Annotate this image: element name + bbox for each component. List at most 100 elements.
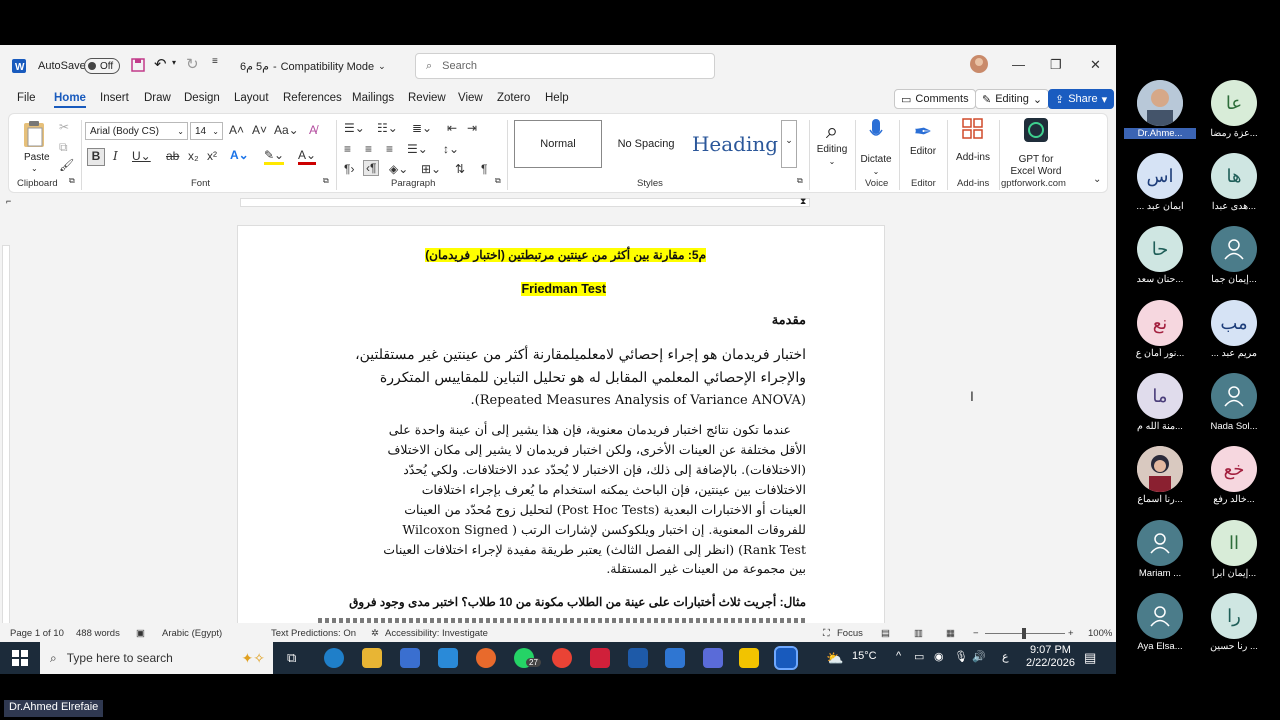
- undo-dropdown-icon[interactable]: ▾: [172, 58, 176, 67]
- bullets-icon[interactable]: ☰⌄: [344, 121, 365, 135]
- horizontal-ruler[interactable]: ⌐ ⧗: [0, 195, 1116, 209]
- proofing-icon[interactable]: ▣: [136, 628, 145, 639]
- paste-icon[interactable]: [21, 120, 47, 151]
- justify-icon[interactable]: ☰⌄: [407, 142, 428, 156]
- font-color-icon[interactable]: A⌄: [298, 148, 317, 165]
- line-spacing-icon[interactable]: ↕⌄: [443, 142, 459, 156]
- minimize-icon[interactable]: —: [1012, 57, 1025, 72]
- zoom-meeting-icon[interactable]: [703, 648, 723, 668]
- zoom-slider-thumb[interactable]: [1022, 628, 1026, 639]
- style-normal[interactable]: Normal: [514, 120, 602, 168]
- participant-tile[interactable]: مب ... مريم عبد: [1198, 300, 1270, 359]
- shrink-font-icon[interactable]: A˅: [252, 123, 267, 137]
- clear-formatting-icon[interactable]: A̸: [309, 123, 317, 137]
- style-heading[interactable]: Heading: [689, 120, 781, 168]
- dictate-button[interactable]: Dictate ⌄: [857, 118, 895, 178]
- comments-button[interactable]: ▭ Comments: [894, 89, 976, 109]
- participant-tile[interactable]: عا عزة رمضا...: [1198, 80, 1270, 139]
- language[interactable]: Arabic (Egypt): [162, 628, 222, 639]
- zoom-level[interactable]: 100%: [1088, 628, 1112, 639]
- accessibility-status[interactable]: Accessibility: Investigate: [385, 628, 488, 639]
- participant-tile[interactable]: ها هدى عبدا...: [1198, 153, 1270, 212]
- participant-tile[interactable]: خع خالد رفع...: [1198, 446, 1270, 505]
- file-explorer-icon[interactable]: [362, 648, 382, 668]
- underline-icon[interactable]: U⌄: [132, 149, 151, 163]
- gpt-for-excel-word-button[interactable]: GPT for Excel Word: [1003, 118, 1069, 178]
- superscript-icon[interactable]: x²: [207, 149, 217, 163]
- notifications-icon[interactable]: ▤: [1084, 650, 1096, 666]
- menu-insert[interactable]: Insert: [100, 92, 129, 104]
- participant-tile[interactable]: Mariam ...: [1124, 520, 1196, 579]
- weather-temp[interactable]: 15°C: [852, 650, 877, 662]
- copy-icon[interactable]: ⧉: [59, 140, 68, 155]
- participant-tile[interactable]: ما منة الله م...: [1124, 373, 1196, 432]
- editing-mode-button[interactable]: ✎ Editing ⌄: [975, 89, 1050, 109]
- paste-label[interactable]: Paste: [24, 152, 50, 163]
- grow-font-icon[interactable]: A˄: [229, 123, 244, 137]
- style-no-spacing[interactable]: No Spacing: [605, 120, 687, 168]
- collapse-ribbon-icon[interactable]: ⌄: [1093, 174, 1101, 185]
- borders-icon[interactable]: ⊞⌄: [421, 162, 441, 176]
- bold-icon[interactable]: B: [87, 148, 105, 166]
- app-w-icon[interactable]: [628, 648, 648, 668]
- read-mode-icon[interactable]: ▤: [881, 628, 890, 639]
- document-page[interactable]: م5: مقارنة بين أكثر من عينتين مرتبطتين (…: [237, 225, 885, 635]
- numbering-icon[interactable]: ☷⌄: [377, 121, 398, 135]
- menu-layout[interactable]: Layout: [234, 92, 269, 104]
- participant-tile[interactable]: إيمان جما...: [1198, 226, 1270, 285]
- participant-tile[interactable]: Dr.Ahme...: [1124, 80, 1196, 139]
- tab-selector-icon[interactable]: ⌐: [6, 196, 11, 206]
- app-red-icon[interactable]: [590, 648, 610, 668]
- participant-tile[interactable]: Aya Elsa...: [1124, 593, 1196, 652]
- decrease-indent-icon[interactable]: ⇤: [447, 121, 457, 135]
- align-center-icon[interactable]: ≡: [365, 142, 372, 156]
- zoom-in-icon[interactable]: +: [1068, 628, 1074, 639]
- menu-home[interactable]: Home: [54, 92, 86, 108]
- menu-design[interactable]: Design: [184, 92, 220, 104]
- align-right-icon[interactable]: ≡: [386, 142, 393, 156]
- compatibility-mode[interactable]: Compatibility Mode: [281, 61, 375, 73]
- increase-indent-icon[interactable]: ⇥: [467, 121, 477, 135]
- windows-start-icon[interactable]: [12, 650, 28, 669]
- focus-button[interactable]: Focus: [837, 628, 863, 639]
- show-formatting-icon[interactable]: ¶: [481, 162, 487, 176]
- save-icon[interactable]: [131, 58, 145, 72]
- store-icon[interactable]: [400, 648, 420, 668]
- word-count[interactable]: 488 words: [76, 628, 120, 639]
- menu-references[interactable]: References: [283, 92, 342, 104]
- vertical-ruler[interactable]: [2, 245, 10, 625]
- change-case-icon[interactable]: Aa⌄: [274, 123, 299, 137]
- text-effects-icon[interactable]: A⌄: [230, 148, 249, 162]
- taskbar-search[interactable]: ⌕ Type here to search ✦✧: [40, 642, 273, 674]
- subscript-icon[interactable]: x₂: [188, 149, 199, 163]
- font-name-box[interactable]: Arial (Body CS) ⌄: [85, 122, 188, 140]
- menu-help[interactable]: Help: [545, 92, 569, 104]
- redo-icon[interactable]: ↻: [186, 55, 199, 73]
- italic-icon[interactable]: I: [113, 149, 118, 163]
- customize-toolbar-icon[interactable]: ≡: [212, 56, 218, 67]
- network-icon[interactable]: ◉: [934, 650, 944, 663]
- maximize-icon[interactable]: ❐: [1050, 57, 1062, 73]
- cut-icon[interactable]: ✂: [59, 120, 69, 134]
- print-layout-icon[interactable]: ▥: [914, 628, 923, 639]
- microphone-tray-icon[interactable]: 🎙: [954, 650, 968, 663]
- task-view-icon[interactable]: ⧉: [287, 650, 296, 666]
- menu-zotero[interactable]: Zotero: [497, 92, 530, 104]
- outlook-icon[interactable]: [665, 648, 685, 668]
- web-layout-icon[interactable]: ▦: [946, 628, 955, 639]
- dialog-launcher-icon[interactable]: ⧉: [797, 176, 803, 186]
- user-avatar[interactable]: [970, 55, 988, 73]
- chevron-down-icon[interactable]: ⌄: [378, 61, 386, 72]
- input-language[interactable]: ع: [1002, 650, 1009, 663]
- volume-icon[interactable]: 🔊: [972, 650, 986, 663]
- styles-gallery-more-icon[interactable]: ⌄: [781, 120, 797, 168]
- search-box[interactable]: ⌕ Search: [415, 53, 715, 79]
- editor-button[interactable]: ✒ Editor: [903, 118, 943, 158]
- dialog-launcher-icon[interactable]: ⧉: [323, 176, 329, 186]
- participant-tile[interactable]: نع نور أمان ع...: [1124, 300, 1196, 359]
- font-size-box[interactable]: 14 ⌄: [190, 122, 223, 140]
- participant-tile[interactable]: Nada Sol...: [1198, 373, 1270, 432]
- undo-icon[interactable]: ↶: [154, 55, 167, 73]
- participant-tile[interactable]: حا حنان سعد...: [1124, 226, 1196, 285]
- dialog-launcher-icon[interactable]: ⧉: [495, 176, 501, 186]
